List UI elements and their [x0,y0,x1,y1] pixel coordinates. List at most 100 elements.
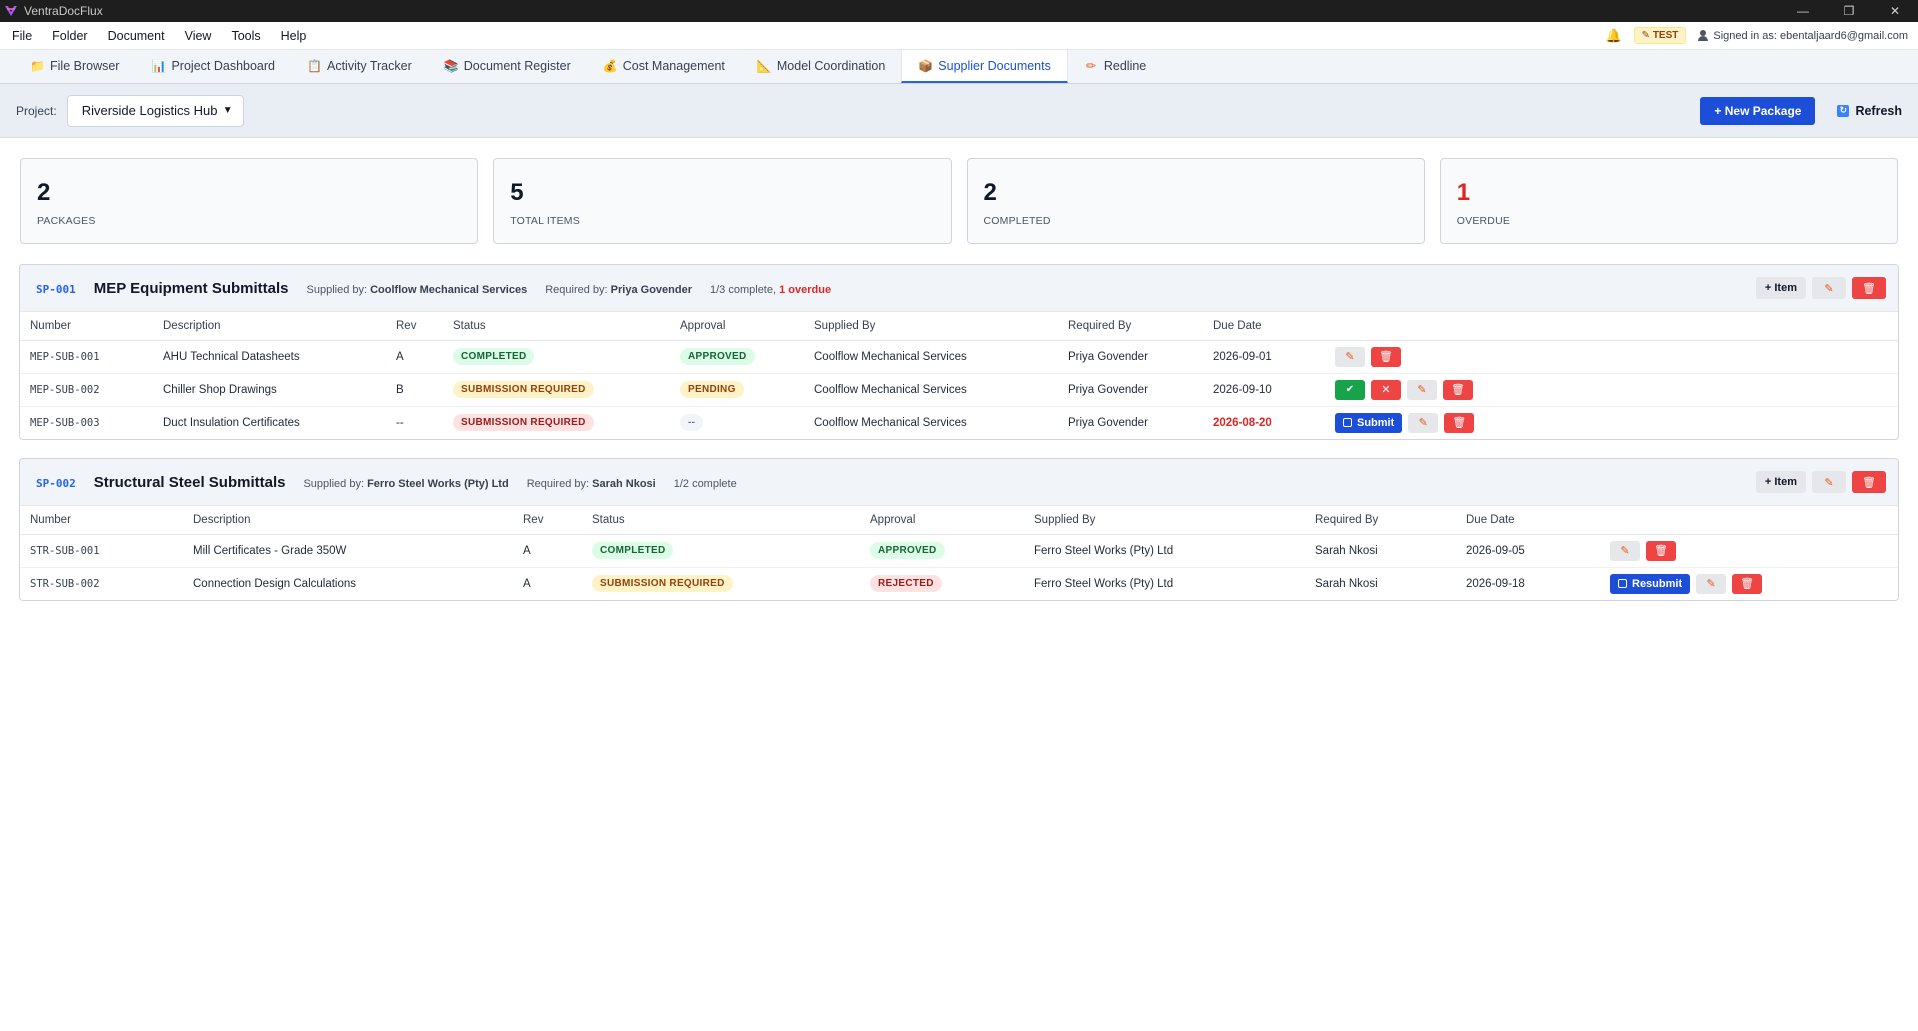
meta-value: Priya Govender [610,283,692,296]
reject-item-button[interactable]: ✕ [1371,379,1401,400]
menu-tools[interactable]: Tools [221,29,270,43]
ruler-icon: 📐 [756,58,772,73]
chevron-down-icon: ▼ [222,105,233,116]
edit-item-button[interactable]: ✎ [1408,412,1439,433]
refresh-button[interactable]: ↻ Refresh [1837,104,1902,118]
column-header[interactable]: Approval [670,312,804,341]
column-header[interactable]: Number [20,506,183,535]
package-title: Structural Steel Submittals [93,473,286,491]
bell-icon[interactable]: 🔔 [1605,28,1621,44]
package-code: SP-002 [36,476,76,490]
item-number: MEP-SUB-002 [20,373,153,407]
column-header[interactable]: Required By [1058,312,1203,341]
column-header[interactable]: Supplied By [1024,506,1305,535]
close-window-button[interactable]: ✕ [1872,0,1918,22]
tab-redline[interactable]: ✏ Redline [1068,50,1162,83]
edit-package-button[interactable]: ✎ [1812,277,1846,299]
add-item-button[interactable]: + Item [1755,471,1806,493]
project-select[interactable]: Riverside Logistics Hub ▼ [66,94,244,127]
package-progress: 1/2 complete [673,477,737,490]
tab-model-coordination[interactable]: 📐 Model Coordination [741,50,901,83]
column-header[interactable]: Description [183,506,513,535]
menu-bar: File Folder Document View Tools Help 🔔 ✎… [0,22,1918,50]
column-header[interactable]: Supplied By [804,312,1058,341]
column-header[interactable]: Rev [513,506,582,535]
summary-stats: 2 PACKAGES 5 TOTAL ITEMS 2 COMPLETED 1 O… [0,158,1918,244]
item-status-cell: SUBMISSION REQUIRED [443,373,670,407]
item-supplied-by: Coolflow Mechanical Services [804,373,1058,407]
stat-label: PACKAGES [37,215,96,227]
item-approval-cell: PENDING [670,373,804,407]
column-header[interactable]: Due Date [1203,312,1325,341]
package-supplied-by: Supplied by: Coolflow Mechanical Service… [307,284,528,296]
package-card: SP-002 Structural Steel Submittals Suppl… [19,458,1899,601]
item-status-cell: COMPLETED [582,534,860,568]
column-header[interactable]: Number [20,312,153,341]
edit-item-button[interactable]: ✎ [1335,346,1365,367]
meta-value: Sarah Nkosi [592,477,656,490]
resubmit-item-button[interactable]: Resubmit [1610,573,1691,594]
stat-value: 2 [983,179,997,206]
column-header[interactable]: Description [153,312,386,341]
status-badge: SUBMISSION REQUIRED [592,575,733,593]
menu-view[interactable]: View [175,29,222,43]
delete-item-button[interactable]: 🗑 [1443,379,1473,400]
menu-file[interactable]: File [10,29,42,43]
column-header[interactable]: Approval [860,506,1024,535]
menu-document[interactable]: Document [98,29,175,43]
edit-item-button[interactable]: ✎ [1696,573,1727,594]
item-description: Mill Certificates - Grade 350W [183,534,513,568]
column-header[interactable]: Required By [1305,506,1456,535]
item-approval-cell: APPROVED [670,340,804,374]
column-header[interactable]: Status [443,312,670,341]
meta-label: Supplied by: [306,283,368,296]
column-header[interactable]: Rev [386,312,443,341]
delete-item-button[interactable]: 🗑 [1646,540,1676,561]
minimize-button[interactable]: — [1780,0,1826,22]
tab-project-dashboard[interactable]: 📊 Project Dashboard [135,50,291,83]
package-supplied-by: Supplied by: Ferro Steel Works (Pty) Ltd [303,478,508,490]
approve-item-button[interactable]: ✔ [1335,379,1365,400]
item-number: MEP-SUB-003 [30,416,100,429]
trash-icon: 🗑 [1862,476,1876,489]
item-supplied-by: Ferro Steel Works (Pty) Ltd [1024,534,1305,568]
restore-button[interactable]: ❐ [1826,0,1872,22]
tab-cost-management[interactable]: 💰 Cost Management [587,50,741,83]
tab-file-browser[interactable]: 📁 File Browser [14,50,135,83]
item-rev: A [523,577,531,590]
menu-help[interactable]: Help [271,29,317,43]
submit-item-button[interactable]: Submit [1335,412,1403,433]
delete-item-button[interactable]: 🗑 [1732,573,1763,594]
edit-item-button[interactable]: ✎ [1407,379,1437,400]
package-icon: 📦 [918,58,934,73]
table-header-row: Number Description Rev Status Approval S… [20,506,1898,535]
item-due-date: 2026-09-10 [1203,373,1325,407]
delete-item-button[interactable]: 🗑 [1444,412,1475,433]
delete-package-button[interactable]: 🗑 [1852,471,1886,493]
approval-badge: APPROVED [680,348,755,365]
tab-supplier-documents[interactable]: 📦 Supplier Documents [901,50,1068,83]
menu-folder[interactable]: Folder [42,29,97,43]
items-table: Number Description Rev Status Approval S… [20,312,1898,439]
table-row: MEP-SUB-003 Duct Insulation Certificates… [20,406,1898,439]
project-select-value: Riverside Logistics Hub [81,103,218,118]
refresh-label: Refresh [1855,103,1902,118]
item-number: STR-SUB-001 [20,534,183,568]
edit-item-button[interactable]: ✎ [1610,540,1640,561]
column-header[interactable]: Status [582,506,860,535]
add-item-button[interactable]: + Item [1755,277,1806,299]
status-badge: COMPLETED [453,348,535,365]
table-row: STR-SUB-001 Mill Certificates - Grade 35… [20,534,1898,568]
refresh-icon: ↻ [1837,104,1850,117]
window-titlebar: VentraDocFlux — ❐ ✕ [0,0,1918,22]
delete-package-button[interactable]: 🗑 [1852,277,1886,299]
tab-document-register[interactable]: 📚 Document Register [428,50,587,83]
new-package-button[interactable]: + New Package [1700,96,1816,125]
item-required-by: Sarah Nkosi [1305,534,1456,568]
column-header[interactable]: Due Date [1456,506,1600,535]
delete-item-button[interactable]: 🗑 [1371,346,1401,367]
item-rev: B [386,373,443,407]
tab-activity-tracker[interactable]: 📋 Activity Tracker [291,50,428,83]
edit-package-button[interactable]: ✎ [1812,471,1846,493]
clipboard-icon: 📋 [307,58,322,73]
